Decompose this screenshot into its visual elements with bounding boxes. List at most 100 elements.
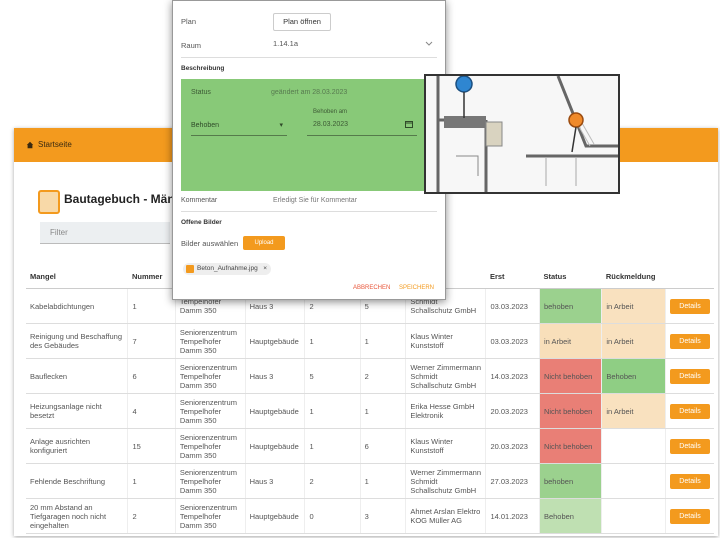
cell-rm: in Arbeit — [601, 393, 666, 429]
cell-c2: 3 — [360, 498, 407, 534]
upload-button[interactable]: Upload — [243, 236, 285, 250]
cell-c1: 2 — [304, 463, 361, 499]
details-button[interactable]: Details — [670, 438, 710, 454]
cell-datum: 20.03.2023 — [485, 393, 540, 429]
table-row[interactable]: Reinigung und Beschaffung des Gebäudes 7 S… — [26, 323, 714, 359]
cell-datum: 03.03.2023 — [485, 288, 540, 324]
col-rueckmeldung[interactable]: Rückmeldung — [601, 264, 666, 289]
cell-c1: 5 — [304, 358, 361, 394]
table-row[interactable]: 20 mm Abstand an Tiefgaragen noch nicht … — [26, 498, 714, 534]
details-button[interactable]: Details — [670, 403, 710, 419]
cell-firma: Erika Hesse GmbH Elektronik — [405, 393, 487, 429]
cell-c2: 1 — [360, 463, 407, 499]
cell-nummer: 15 — [127, 428, 176, 464]
cell-status: in Arbeit — [539, 323, 603, 359]
cell-c1: 1 — [304, 393, 361, 429]
cell-firma: Ahmet Arslan Elektro KOG Müller AG — [405, 498, 487, 534]
cell-mangel: Heizungsanlage nicht besetzt — [26, 393, 129, 429]
col-mangel[interactable]: Mangel — [26, 264, 128, 289]
cell-datum: 20.03.2023 — [485, 428, 540, 464]
cell-btn: Details — [665, 463, 714, 499]
filter-input[interactable]: Filter — [40, 222, 170, 244]
cell-datum: 03.03.2023 — [485, 323, 540, 359]
divider — [181, 57, 437, 58]
cell-firma: Werner Zimmermann Schmidt Schallschutz G… — [405, 358, 487, 394]
date-value: 28.03.2023 — [313, 121, 349, 128]
cell-gebaeude: Haus 3 — [245, 463, 306, 499]
bilder-label: Bilder auswählen — [181, 239, 239, 248]
cell-mangel: Kabelabdichtungen — [26, 288, 129, 324]
cell-c2: 2 — [360, 358, 407, 394]
dropdown-arrow-icon: ▾ — [279, 122, 283, 129]
cell-rm: in Arbeit — [601, 323, 666, 359]
floor-plan-popup[interactable] — [424, 74, 620, 194]
cell-mangel: Fehlende Beschriftung — [26, 463, 129, 499]
page-title: Bautagebuch - Mänge — [64, 192, 189, 206]
cell-ort: Seniorenzentrum Tempelhofer Damm 350 — [175, 393, 246, 429]
cell-nummer: 7 — [127, 323, 176, 359]
cell-ort: Seniorenzentrum Tempelhofer Damm 350 — [175, 498, 246, 534]
details-button[interactable]: Details — [670, 368, 710, 384]
kommentar-input[interactable]: Erledigt Sie für Kommentar — [273, 197, 357, 204]
cell-btn: Details — [665, 288, 714, 324]
cell-rm: Behoben — [601, 358, 666, 394]
calendar-icon[interactable] — [405, 120, 413, 128]
details-button[interactable]: Details — [670, 333, 710, 349]
cell-firma: Klaus Winter Kunststoff — [405, 428, 487, 464]
cell-btn: Details — [665, 393, 714, 429]
table-row[interactable]: Bauflecken 6 Seniorenzentrum Tempelhofer D… — [26, 358, 714, 394]
details-button[interactable]: Details — [670, 298, 710, 314]
status-meta: geändert am 28.03.2023 — [271, 89, 348, 96]
defects-table: Mangel Nummer Erst Status Rückmeldung Ka… — [26, 264, 714, 534]
details-button[interactable]: Details — [670, 473, 710, 489]
cell-mangel: 20 mm Abstand an Tiefgaragen noch nicht … — [26, 498, 129, 534]
cell-btn: Details — [665, 428, 714, 464]
details-button[interactable]: Details — [670, 508, 710, 524]
section-bilder: Offene Bilder — [181, 219, 222, 226]
status-select[interactable]: Behoben ▾ — [191, 117, 287, 136]
cell-mangel: Reinigung und Beschaffung des Gebäudes — [26, 323, 129, 359]
cell-rm — [601, 428, 666, 464]
table-row[interactable]: Heizungsanlage nicht besetzt 4 Seniorenzen… — [26, 393, 714, 429]
cell-datum: 27.03.2023 — [485, 463, 540, 499]
col-nummer[interactable]: Nummer — [127, 264, 176, 289]
map-pin-orange-icon[interactable] — [564, 110, 588, 154]
cell-rm: in Arbeit — [601, 288, 666, 324]
cell-rm — [601, 463, 666, 499]
table-row[interactable]: Fehlende Beschriftung 1 Seniorenzentrum Te… — [26, 463, 714, 499]
chevron-down-icon[interactable] — [425, 41, 433, 47]
breadcrumb-home[interactable]: Startseite — [38, 140, 72, 149]
plan-label: Plan — [181, 17, 197, 26]
cell-nummer: 6 — [127, 358, 176, 394]
divider — [181, 211, 437, 212]
attached-file-chip[interactable]: Beton_Aufnahme.jpg × — [183, 263, 271, 275]
cell-btn: Details — [665, 358, 714, 394]
status-select-value: Behoben — [191, 122, 220, 129]
cell-ort: Seniorenzentrum Tempelhofer Damm 350 — [175, 428, 246, 464]
map-pin-blue-icon[interactable] — [452, 74, 476, 120]
col-erst[interactable]: Erst — [485, 264, 540, 289]
kommentar-label: Kommentar — [181, 197, 218, 204]
close-icon[interactable]: × — [263, 263, 267, 275]
table-row[interactable]: Anlage ausrichten konfiguriert 15 Senioren… — [26, 428, 714, 464]
save-button[interactable]: SPEICHERN — [399, 285, 434, 291]
raum-value[interactable]: 1.14.1a — [273, 39, 298, 48]
app-logo — [38, 190, 60, 214]
cell-c2: 6 — [360, 428, 407, 464]
col-status[interactable]: Status — [539, 264, 602, 289]
cell-gebaeude: Hauptgebäude — [245, 428, 306, 464]
status-label: Status — [191, 89, 211, 96]
open-plan-button[interactable]: Plan öffnen — [273, 13, 331, 31]
cell-btn: Details — [665, 498, 714, 534]
cell-firma: Klaus Winter Kunststoff — [405, 323, 487, 359]
cell-ort: Seniorenzentrum Tempelhofer Damm 350 — [175, 323, 246, 359]
cell-status: behoben — [539, 288, 603, 324]
date-field[interactable]: Behoben am 28.03.2023 — [307, 109, 417, 136]
home-icon — [26, 141, 34, 148]
cell-status: Nicht behoben — [539, 428, 603, 464]
breadcrumb[interactable]: Startseite — [26, 140, 72, 149]
cell-status: Nicht behoben — [539, 393, 603, 429]
defect-dialog: Plan Plan öffnen Raum 1.14.1a Beschreibu… — [172, 0, 446, 300]
cancel-button[interactable]: ABBRECHEN — [353, 285, 390, 291]
cell-nummer: 4 — [127, 393, 176, 429]
